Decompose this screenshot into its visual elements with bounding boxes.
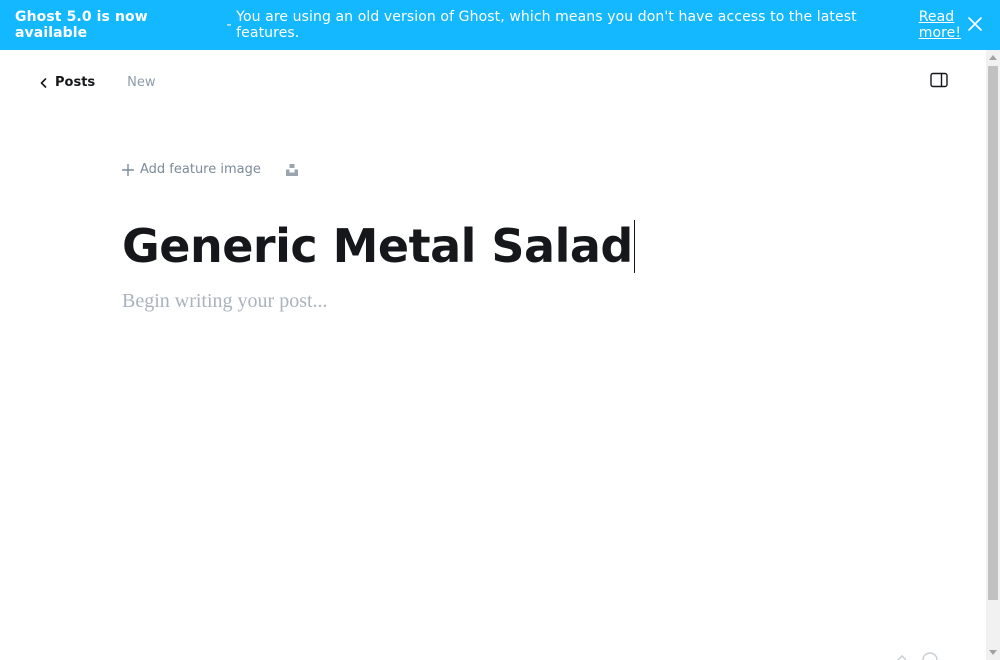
help-icon[interactable] [922,652,938,660]
post-title[interactable]: Generic Metal Salad [122,214,636,278]
vertical-scrollbar[interactable] [986,50,1000,660]
back-label: Posts [55,75,96,90]
close-icon[interactable] [968,17,982,31]
feature-image-row: Add feature image [122,162,299,177]
footer-glyphs [896,652,938,660]
post-status: New [127,75,156,90]
back-to-posts-link[interactable]: Posts [40,75,95,90]
add-feature-image-label: Add feature image [140,162,261,177]
scroll-down-arrow-icon[interactable] [989,650,997,655]
post-title-text: Generic Metal Salad [122,219,633,273]
plus-icon [122,163,134,176]
read-more-link[interactable]: Read more! [919,9,1000,41]
upgrade-banner: Ghost 5.0 is now available - You are usi… [0,0,1000,50]
partial-icon [897,655,907,660]
scroll-up-arrow-icon[interactable] [989,55,997,60]
chevron-left-icon [40,77,47,88]
breadcrumb: Posts New [40,75,156,90]
banner-headline: Ghost 5.0 is now available [15,9,148,41]
add-feature-image-button[interactable]: Add feature image [122,162,261,177]
editor-canvas [0,50,986,660]
unsplash-icon[interactable] [285,163,299,177]
text-caret [633,219,636,273]
scrollbar-thumb[interactable] [988,66,998,600]
banner-separator: - [221,17,237,33]
sidebar-toggle-icon[interactable] [930,72,948,88]
post-body-editor[interactable]: Begin writing your post... [122,290,328,313]
banner-message: You are using an old version of Ghost, w… [236,9,857,41]
